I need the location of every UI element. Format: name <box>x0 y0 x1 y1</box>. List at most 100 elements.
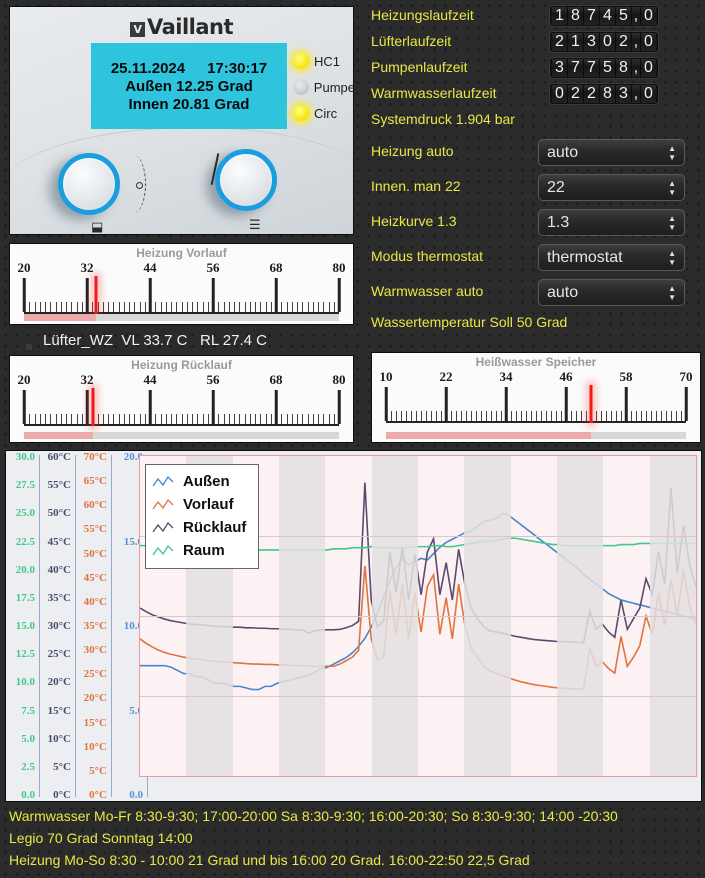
spinner-arrows-icon[interactable]: ▲ ▼ <box>668 249 676 266</box>
boiler-knob-left[interactable] <box>58 153 120 215</box>
axis-tick-label: 55°C <box>83 523 107 536</box>
gauge-minor-tick <box>29 302 31 312</box>
gauge-title: Heißwasser Speicher <box>475 355 597 369</box>
gauge-minor-tick <box>312 302 314 312</box>
axis-tick-label: 30°C <box>83 644 107 657</box>
axis-tick-label: 70°C <box>83 451 107 463</box>
gauge-minor-tick <box>318 414 319 424</box>
axis-tick-label: 17.5 <box>15 591 35 604</box>
gauge-tick-label: 80 <box>332 260 346 275</box>
gauge-minor-tick <box>616 411 617 421</box>
odometer-digit: 3 <box>584 33 600 51</box>
chart-y-axes: 0.0 2.5 5.0 7.5 10.0 12.5 15.0 17.5 20.0 22.5 25.0… <box>6 451 148 803</box>
odometer-digit: 7 <box>568 59 584 77</box>
gauge-value-marker <box>589 385 593 423</box>
gauge-major-tick <box>274 390 278 424</box>
gauge-minor-tick <box>551 411 552 421</box>
gauge-progress-fill <box>386 432 591 439</box>
gauge-progress-bar <box>24 314 339 321</box>
control-dropdown-value: auto <box>547 143 579 161</box>
gauge-minor-tick <box>281 414 283 424</box>
gauge-minor-tick <box>491 411 492 421</box>
gauge-minor-tick <box>102 302 104 312</box>
spinner-arrows-icon[interactable]: ▲ ▼ <box>668 214 676 231</box>
axis-tick-label: 5°C <box>89 764 107 777</box>
gauge-tick-label: 46 <box>559 369 573 384</box>
gauge-minor-tick <box>265 414 267 424</box>
gauge-major-tick <box>148 390 152 424</box>
gauge-minor-tick <box>192 414 193 424</box>
lcd-outside-temp: Außen 12.25 Grad <box>125 77 253 95</box>
gauge-minor-tick <box>197 414 199 424</box>
gauge-minor-tick <box>441 411 442 421</box>
spinner-arrows-icon[interactable]: ▲ ▼ <box>668 179 676 196</box>
odometer-digits: 21302 <box>552 33 632 51</box>
spinner-arrows-icon[interactable]: ▲ ▼ <box>668 144 676 161</box>
control-label: Innen. man 22 <box>371 178 461 194</box>
control-label: Heizung auto <box>371 143 454 159</box>
gauge-tick-label: 20 <box>17 372 31 387</box>
gauge-minor-tick <box>521 411 522 421</box>
odometer-digit: 3 <box>616 85 632 103</box>
gauge-minor-tick <box>223 414 225 424</box>
gauge-minor-tick <box>244 414 246 424</box>
gauge-minor-tick <box>39 302 41 312</box>
gauge-minor-tick <box>134 302 136 312</box>
gauge-minor-tick <box>244 302 246 312</box>
odometer-separator: , <box>632 85 640 103</box>
odometer-digit: 5 <box>600 59 616 77</box>
odometer-digit: 8 <box>600 85 616 103</box>
gauge-minor-tick <box>249 302 251 312</box>
gauge-title: Heizung Vorlauf <box>136 246 227 260</box>
axis-tick-label: 5.0 <box>21 732 35 745</box>
odometer-digit: 1 <box>552 7 568 25</box>
gauge-progress-bar <box>386 432 686 439</box>
gauge-value-marker <box>94 276 98 314</box>
axis-tick-label: 45°C <box>83 571 107 584</box>
gauge-minor-tick <box>631 411 632 421</box>
knob-right-icon: ☰ <box>249 218 261 233</box>
gauge-minor-tick <box>34 302 36 312</box>
gauge-minor-tick <box>139 414 141 424</box>
gauge-minor-tick <box>207 414 209 424</box>
spinner-arrows-icon[interactable]: ▲ ▼ <box>668 284 676 301</box>
odometer-digit: 4 <box>600 7 616 25</box>
gauge-minor-tick <box>636 411 637 421</box>
gauge-minor-tick <box>134 414 136 424</box>
control-dropdown[interactable]: auto ▲ ▼ <box>538 279 685 306</box>
control-dropdown[interactable]: 1.3 ▲ ▼ <box>538 209 685 236</box>
legend-label-vorlauf: Vorlauf <box>183 496 234 513</box>
gauge-minor-tick <box>531 411 532 421</box>
gauge-minor-tick <box>60 302 62 312</box>
axis-tick-label: 30°C <box>47 620 71 632</box>
gauge-major-tick <box>337 390 341 424</box>
led-label-pumpe: Pumpe <box>313 79 354 95</box>
control-label: Warmwasser auto <box>371 283 484 299</box>
axis-tick-label: 40°C <box>83 595 107 608</box>
control-dropdown[interactable]: auto ▲ ▼ <box>538 139 685 166</box>
axis-tick-label: 25°C <box>47 648 71 661</box>
gauge-major-tick <box>274 278 278 312</box>
boiler-knob-right[interactable] <box>215 149 277 211</box>
axis-tick-label: 45°C <box>47 535 71 548</box>
axis-tick-label: 7.5 <box>21 704 35 717</box>
gauge-minor-tick <box>391 411 392 421</box>
counter-row: Lüfterlaufzeit 2 1 3 0 2, 0 <box>366 31 705 55</box>
gauge-minor-tick <box>76 414 78 424</box>
gauge-minor-tick <box>401 411 402 421</box>
control-dropdown[interactable]: 22 ▲ ▼ <box>538 174 685 201</box>
gauge-minor-tick <box>666 411 667 421</box>
gauge-minor-tick <box>71 414 73 424</box>
gauge-minor-tick <box>45 414 46 424</box>
gauge-minor-tick <box>291 414 293 424</box>
odometer-digit: 2 <box>584 85 600 103</box>
control-row: Innen. man 22 22 ▲ ▼ <box>366 172 705 205</box>
legend-item-aussen: Außen <box>152 470 246 493</box>
status-line-lueftung: Lüfter_WZ VL 33.7 C RL 27.4 C <box>9 327 354 353</box>
gauge-tick-label: 56 <box>206 372 220 387</box>
gauge-minor-tick <box>471 411 472 421</box>
control-dropdown[interactable]: thermostat ▲ ▼ <box>538 244 685 271</box>
counter-row: Pumpenlaufzeit 3 7 7 5 8, 0 <box>366 57 705 81</box>
gauge-minor-tick <box>108 302 109 312</box>
lcd-datetime-row: 25.11.2024 17:30:17 <box>111 60 267 77</box>
